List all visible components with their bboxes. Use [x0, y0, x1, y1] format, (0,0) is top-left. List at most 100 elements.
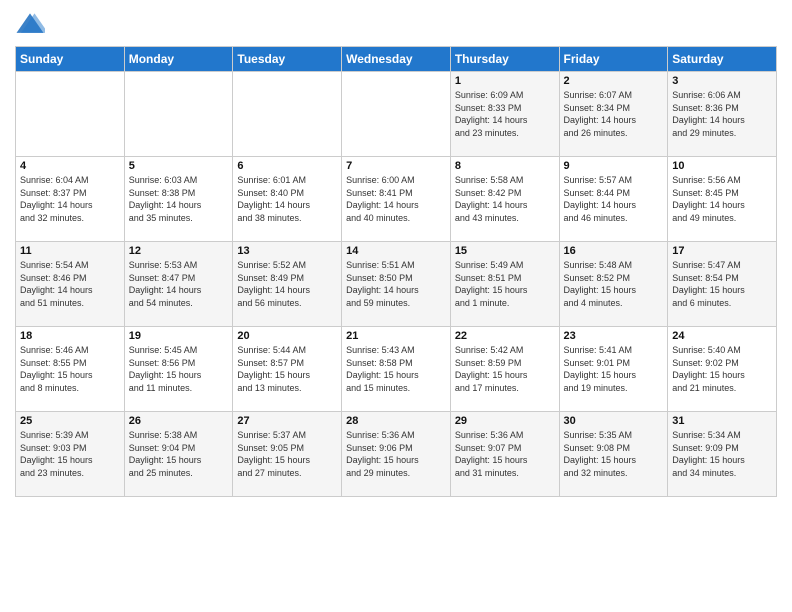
day-number: 16	[564, 245, 664, 257]
calendar-cell: 11 Sunrise: 5:54 AM Sunset: 8:46 PM Dayli…	[16, 242, 125, 327]
logo-icon	[15, 10, 45, 40]
page: SundayMondayTuesdayWednesdayThursdayFrid…	[0, 0, 792, 612]
day-number: 19	[129, 330, 229, 342]
day-info: Sunrise: 5:58 AM Sunset: 8:42 PM Dayligh…	[455, 174, 555, 224]
day-info: Sunrise: 6:04 AM Sunset: 8:37 PM Dayligh…	[20, 174, 120, 224]
calendar-cell: 22Sunrise: 5:42 AM Sunset: 8:59 PM Dayli…	[450, 327, 559, 412]
day-info: Sunrise: 5:47 AM Sunset: 8:54 PM Dayligh…	[672, 259, 772, 309]
calendar-table: SundayMondayTuesdayWednesdayThursdayFrid…	[15, 46, 777, 497]
calendar-cell: 30Sunrise: 5:35 AM Sunset: 9:08 PM Dayli…	[559, 412, 668, 497]
day-number: 15	[455, 245, 555, 257]
day-info: Sunrise: 5:45 AM Sunset: 8:56 PM Dayligh…	[129, 344, 229, 394]
calendar-cell: 4 Sunrise: 6:04 AM Sunset: 8:37 PM Daylig…	[16, 157, 125, 242]
calendar-cell: 27Sunrise: 5:37 AM Sunset: 9:05 PM Dayli…	[233, 412, 342, 497]
header	[15, 10, 777, 40]
day-number: 14	[346, 245, 446, 257]
day-info: Sunrise: 5:56 AM Sunset: 8:45 PM Dayligh…	[672, 174, 772, 224]
calendar-cell: 7 Sunrise: 6:00 AM Sunset: 8:41 PM Daylig…	[342, 157, 451, 242]
day-info: Sunrise: 5:51 AM Sunset: 8:50 PM Dayligh…	[346, 259, 446, 309]
day-info: Sunrise: 5:44 AM Sunset: 8:57 PM Dayligh…	[237, 344, 337, 394]
calendar-cell: 31 Sunrise: 5:34 AM Sunset: 9:09 PM Dayli…	[668, 412, 777, 497]
day-number: 7	[346, 160, 446, 172]
logo	[15, 10, 45, 40]
calendar-cell: 14 Sunrise: 5:51 AM Sunset: 8:50 PM Dayli…	[342, 242, 451, 327]
calendar-cell	[124, 72, 233, 157]
day-number: 23	[564, 330, 664, 342]
day-number: 17	[672, 245, 772, 257]
calendar-cell: 5 Sunrise: 6:03 AM Sunset: 8:38 PM Daylig…	[124, 157, 233, 242]
day-info: Sunrise: 5:38 AM Sunset: 9:04 PM Dayligh…	[129, 429, 229, 479]
day-number: 18	[20, 330, 120, 342]
calendar-cell: 20 Sunrise: 5:44 AM Sunset: 8:57 PM Dayli…	[233, 327, 342, 412]
calendar-cell: 8 Sunrise: 5:58 AM Sunset: 8:42 PM Daylig…	[450, 157, 559, 242]
day-number: 31	[672, 415, 772, 427]
day-info: Sunrise: 6:07 AM Sunset: 8:34 PM Dayligh…	[564, 89, 664, 139]
day-info: Sunrise: 5:48 AM Sunset: 8:52 PM Dayligh…	[564, 259, 664, 309]
day-info: Sunrise: 5:34 AM Sunset: 9:09 PM Dayligh…	[672, 429, 772, 479]
day-info: Sunrise: 6:00 AM Sunset: 8:41 PM Dayligh…	[346, 174, 446, 224]
calendar-cell: 25 Sunrise: 5:39 AM Sunset: 9:03 PM Dayli…	[16, 412, 125, 497]
calendar-cell	[233, 72, 342, 157]
calendar-cell: 3 Sunrise: 6:06 AM Sunset: 8:36 PM Daylig…	[668, 72, 777, 157]
calendar-cell: 1 Sunrise: 6:09 AM Sunset: 8:33 PM Daylig…	[450, 72, 559, 157]
day-header-thursday: Thursday	[450, 47, 559, 72]
day-header-wednesday: Wednesday	[342, 47, 451, 72]
calendar-cell	[342, 72, 451, 157]
calendar-week-2: 4 Sunrise: 6:04 AM Sunset: 8:37 PM Daylig…	[16, 157, 777, 242]
day-info: Sunrise: 6:06 AM Sunset: 8:36 PM Dayligh…	[672, 89, 772, 139]
calendar-cell: 28 Sunrise: 5:36 AM Sunset: 9:06 PM Dayli…	[342, 412, 451, 497]
day-info: Sunrise: 5:53 AM Sunset: 8:47 PM Dayligh…	[129, 259, 229, 309]
day-header-monday: Monday	[124, 47, 233, 72]
day-number: 11	[20, 245, 120, 257]
day-number: 28	[346, 415, 446, 427]
day-number: 2	[564, 75, 664, 87]
day-number: 1	[455, 75, 555, 87]
day-number: 4	[20, 160, 120, 172]
calendar-cell: 13Sunrise: 5:52 AM Sunset: 8:49 PM Dayli…	[233, 242, 342, 327]
calendar-cell: 29Sunrise: 5:36 AM Sunset: 9:07 PM Dayli…	[450, 412, 559, 497]
calendar-cell: 2 Sunrise: 6:07 AM Sunset: 8:34 PM Daylig…	[559, 72, 668, 157]
day-number: 27	[237, 415, 337, 427]
calendar-cell	[16, 72, 125, 157]
day-number: 5	[129, 160, 229, 172]
day-header-sunday: Sunday	[16, 47, 125, 72]
day-info: Sunrise: 5:49 AM Sunset: 8:51 PM Dayligh…	[455, 259, 555, 309]
day-number: 3	[672, 75, 772, 87]
day-number: 8	[455, 160, 555, 172]
calendar-header-row: SundayMondayTuesdayWednesdayThursdayFrid…	[16, 47, 777, 72]
calendar-week-4: 18 Sunrise: 5:46 AM Sunset: 8:55 PM Dayli…	[16, 327, 777, 412]
day-number: 26	[129, 415, 229, 427]
day-info: Sunrise: 5:54 AM Sunset: 8:46 PM Dayligh…	[20, 259, 120, 309]
day-number: 20	[237, 330, 337, 342]
calendar-cell: 16 Sunrise: 5:48 AM Sunset: 8:52 PM Dayli…	[559, 242, 668, 327]
day-info: Sunrise: 5:46 AM Sunset: 8:55 PM Dayligh…	[20, 344, 120, 394]
day-number: 6	[237, 160, 337, 172]
day-number: 13	[237, 245, 337, 257]
day-info: Sunrise: 5:36 AM Sunset: 9:06 PM Dayligh…	[346, 429, 446, 479]
calendar-cell: 10Sunrise: 5:56 AM Sunset: 8:45 PM Dayli…	[668, 157, 777, 242]
day-info: Sunrise: 5:35 AM Sunset: 9:08 PM Dayligh…	[564, 429, 664, 479]
day-info: Sunrise: 6:09 AM Sunset: 8:33 PM Dayligh…	[455, 89, 555, 139]
calendar-cell: 23 Sunrise: 5:41 AM Sunset: 9:01 PM Dayli…	[559, 327, 668, 412]
calendar-cell: 17 Sunrise: 5:47 AM Sunset: 8:54 PM Dayli…	[668, 242, 777, 327]
day-info: Sunrise: 5:39 AM Sunset: 9:03 PM Dayligh…	[20, 429, 120, 479]
day-info: Sunrise: 6:01 AM Sunset: 8:40 PM Dayligh…	[237, 174, 337, 224]
calendar-cell: 12Sunrise: 5:53 AM Sunset: 8:47 PM Dayli…	[124, 242, 233, 327]
day-number: 29	[455, 415, 555, 427]
day-info: Sunrise: 6:03 AM Sunset: 8:38 PM Dayligh…	[129, 174, 229, 224]
day-info: Sunrise: 5:43 AM Sunset: 8:58 PM Dayligh…	[346, 344, 446, 394]
day-info: Sunrise: 5:41 AM Sunset: 9:01 PM Dayligh…	[564, 344, 664, 394]
day-number: 9	[564, 160, 664, 172]
calendar-week-1: 1 Sunrise: 6:09 AM Sunset: 8:33 PM Daylig…	[16, 72, 777, 157]
calendar-week-3: 11 Sunrise: 5:54 AM Sunset: 8:46 PM Dayli…	[16, 242, 777, 327]
day-header-friday: Friday	[559, 47, 668, 72]
day-number: 25	[20, 415, 120, 427]
day-number: 22	[455, 330, 555, 342]
day-info: Sunrise: 5:40 AM Sunset: 9:02 PM Dayligh…	[672, 344, 772, 394]
day-info: Sunrise: 5:57 AM Sunset: 8:44 PM Dayligh…	[564, 174, 664, 224]
day-header-tuesday: Tuesday	[233, 47, 342, 72]
calendar-cell: 19 Sunrise: 5:45 AM Sunset: 8:56 PM Dayli…	[124, 327, 233, 412]
calendar-cell: 26 Sunrise: 5:38 AM Sunset: 9:04 PM Dayli…	[124, 412, 233, 497]
calendar-cell: 24 Sunrise: 5:40 AM Sunset: 9:02 PM Dayli…	[668, 327, 777, 412]
day-number: 24	[672, 330, 772, 342]
